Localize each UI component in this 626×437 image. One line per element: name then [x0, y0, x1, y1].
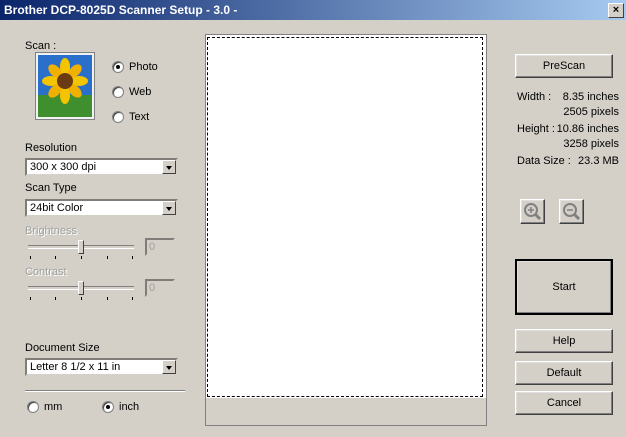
- resolution-value: 300 x 300 dpi: [30, 161, 97, 173]
- scan-type-value: 24bit Color: [30, 202, 84, 214]
- radio-photo[interactable]: [112, 61, 124, 73]
- zoom-in-button[interactable]: [520, 199, 545, 224]
- close-icon: ×: [612, 4, 620, 16]
- prescan-button[interactable]: PreScan: [515, 54, 613, 78]
- contrast-value: 0: [145, 279, 175, 297]
- tick: [55, 256, 56, 259]
- scan-option-text-label: Text: [129, 111, 150, 123]
- help-button[interactable]: Help: [515, 329, 613, 353]
- contrast-thumb[interactable]: [78, 281, 84, 295]
- height-label: Height :: [517, 123, 555, 135]
- height-pixels: 3258 pixels: [563, 138, 619, 150]
- scan-option-web-label: Web: [129, 86, 152, 98]
- contrast-label: Contrast: [25, 266, 67, 278]
- scan-option-web[interactable]: Web: [112, 86, 151, 98]
- tick: [107, 297, 108, 300]
- tick: [132, 297, 133, 300]
- tick: [132, 256, 133, 259]
- tick: [30, 256, 31, 259]
- scan-type-label: Scan Type: [25, 182, 77, 194]
- cancel-button-label: Cancel: [546, 397, 582, 409]
- zoom-out-icon: [563, 203, 581, 221]
- tick: [107, 256, 108, 259]
- document-size-value: Letter 8 1/2 x 11 in: [30, 361, 121, 373]
- brightness-label: Brightness: [25, 225, 77, 237]
- width-inches: 8.35 inches: [562, 91, 619, 103]
- width-pixels: 2505 pixels: [563, 106, 619, 118]
- start-button-label: Start: [552, 281, 576, 293]
- divider: [25, 390, 185, 392]
- start-button[interactable]: Start: [515, 259, 613, 315]
- radio-web[interactable]: [112, 86, 124, 98]
- unit-inch-label: inch: [119, 401, 140, 413]
- cancel-button[interactable]: Cancel: [515, 391, 613, 415]
- height-inches: 10.86 inches: [556, 123, 619, 135]
- scan-type-select[interactable]: 24bit Color: [25, 199, 178, 217]
- tick: [81, 256, 82, 259]
- help-button-label: Help: [552, 335, 576, 347]
- chevron-down-icon[interactable]: [162, 360, 176, 374]
- document-size-select[interactable]: Letter 8 1/2 x 11 in: [25, 358, 178, 376]
- title-bar: Brother DCP-8025D Scanner Setup - 3.0 - …: [0, 0, 626, 20]
- brightness-thumb[interactable]: [78, 240, 84, 254]
- zoom-out-button[interactable]: [559, 199, 584, 224]
- resolution-select[interactable]: 300 x 300 dpi: [25, 158, 178, 176]
- tick: [55, 297, 56, 300]
- radio-mm[interactable]: [27, 401, 39, 413]
- close-button[interactable]: ×: [608, 3, 624, 18]
- scan-area-marquee[interactable]: [207, 37, 483, 397]
- unit-mm[interactable]: mm: [27, 401, 62, 413]
- scan-option-text[interactable]: Text: [112, 111, 149, 123]
- default-button[interactable]: Default: [515, 361, 613, 385]
- contrast-slider[interactable]: [28, 281, 136, 301]
- radio-inch[interactable]: [102, 401, 114, 413]
- scan-thumbnail: [35, 52, 95, 120]
- unit-inch[interactable]: inch: [102, 401, 139, 413]
- tick: [30, 297, 31, 300]
- sunflower-photo-icon: [38, 55, 92, 117]
- chevron-down-icon[interactable]: [162, 201, 176, 215]
- document-size-label: Document Size: [25, 342, 100, 354]
- radio-text[interactable]: [112, 111, 124, 123]
- scan-option-photo-label: Photo: [129, 61, 158, 73]
- window-title: Brother DCP-8025D Scanner Setup - 3.0 -: [4, 3, 238, 17]
- unit-mm-label: mm: [44, 401, 63, 413]
- zoom-in-icon: [524, 203, 542, 221]
- data-size-value: 23.3 MB: [578, 155, 619, 167]
- brightness-value: 0: [145, 238, 175, 256]
- chevron-down-icon[interactable]: [162, 160, 176, 174]
- resolution-label: Resolution: [25, 142, 77, 154]
- brightness-slider[interactable]: [28, 240, 136, 260]
- width-label: Width :: [517, 91, 552, 103]
- preview-bottom-strip: [206, 398, 486, 425]
- prescan-button-label: PreScan: [542, 60, 586, 72]
- data-size-label: Data Size :: [517, 155, 571, 167]
- tick: [81, 297, 82, 300]
- scan-option-photo[interactable]: Photo: [112, 61, 158, 73]
- default-button-label: Default: [546, 367, 582, 379]
- scan-label: Scan :: [25, 40, 57, 52]
